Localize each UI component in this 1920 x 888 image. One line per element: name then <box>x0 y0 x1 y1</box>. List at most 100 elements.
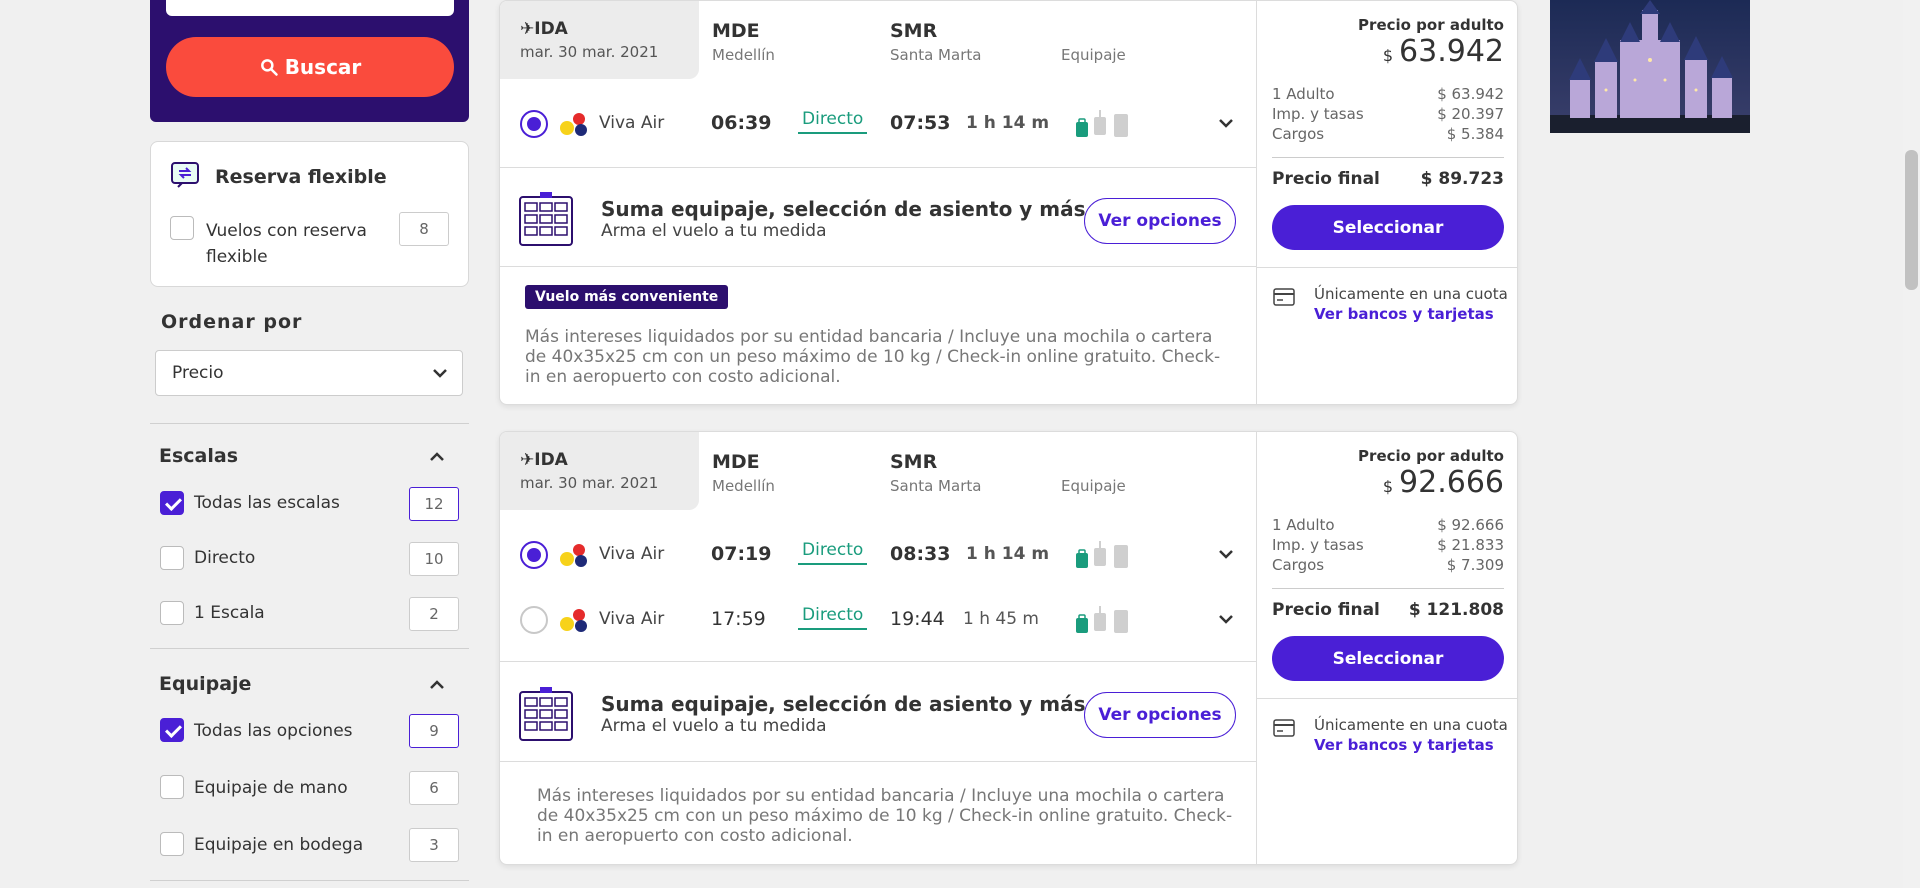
stops-direct-count: 10 <box>409 542 459 576</box>
airline-name: Viva Air <box>599 609 665 629</box>
flexible-option-label: Vuelos con reserva flexible <box>206 221 367 267</box>
scrollbar-track[interactable] <box>1903 0 1920 888</box>
baggage-title: Equipaje <box>159 673 252 695</box>
chevron-up-icon[interactable] <box>428 676 446 694</box>
stops-all-count: 12 <box>409 487 459 521</box>
stops-label[interactable]: Directo <box>798 109 868 134</box>
baggage-all-label: Todas las opciones <box>194 721 353 741</box>
baggage-header: Equipaje <box>1061 46 1126 64</box>
divider <box>500 266 1256 267</box>
ida-label: ✈IDA <box>520 19 568 39</box>
stops-label[interactable]: Directo <box>798 605 868 630</box>
destination-city: Santa Marta <box>890 46 982 64</box>
select-button[interactable]: Seleccionar <box>1272 205 1504 250</box>
divider <box>500 761 1256 762</box>
destination-code: SMR <box>890 20 938 42</box>
origin-code: MDE <box>712 20 760 42</box>
best-flight-badge: Vuelo más conveniente <box>525 285 729 309</box>
divider <box>1257 698 1517 699</box>
baggage-hold-checkbox[interactable] <box>160 832 184 856</box>
flight-result-card: ✈IDA mar. 30 mar. 2021 MDE Medellín SMR … <box>499 0 1518 405</box>
credit-card-icon <box>1273 719 1295 737</box>
price-per-adult: $92.666 <box>1382 465 1504 500</box>
upsell-title: Suma equipaje, selección de asiento y má… <box>601 197 1086 221</box>
stops-one-checkbox[interactable] <box>160 601 184 625</box>
flight-radio[interactable] <box>520 110 548 138</box>
airline-name: Viva Air <box>599 113 665 133</box>
trip-leg-header: ✈IDA mar. 30 mar. 2021 <box>500 432 699 510</box>
select-button[interactable]: Seleccionar <box>1272 636 1504 681</box>
baggage-hold-label: Equipaje en bodega <box>194 835 364 855</box>
expand-chevron-icon[interactable] <box>1217 114 1235 132</box>
stops-title: Escalas <box>159 445 239 467</box>
price-per-adult-label: Precio por adulto <box>1358 447 1504 465</box>
baggage-header: Equipaje <box>1061 477 1126 495</box>
arrival-time: 08:33 <box>890 543 951 565</box>
price-panel: Precio por adulto $92.666 1 Adulto $ 92.6… <box>1256 432 1517 864</box>
stops-direct-checkbox[interactable] <box>160 546 184 570</box>
fare-description: Más intereses liquidados por su entidad … <box>525 327 1221 387</box>
installments-text: Únicamente en una cuota <box>1314 716 1508 734</box>
baggage-icons <box>1076 606 1128 633</box>
baggage-hand-count: 6 <box>409 771 459 805</box>
stops-one-label: 1 Escala <box>194 603 265 623</box>
viva-air-logo-icon <box>560 609 587 632</box>
flexible-option-count: 8 <box>399 212 449 246</box>
baggage-hold-count: 3 <box>409 828 459 862</box>
breakdown-row: Imp. y tasas $ 21.833 <box>1272 536 1504 554</box>
search-panel: Buscar <box>150 0 469 122</box>
breakdown-row: Imp. y tasas $ 20.397 <box>1272 105 1504 123</box>
baggage-all-count: 9 <box>409 714 459 748</box>
trip-date: mar. 30 mar. 2021 <box>520 474 659 492</box>
destination-ad-image[interactable] <box>1550 0 1750 133</box>
see-options-button[interactable]: Ver opciones <box>1084 198 1236 244</box>
arrival-time: 07:53 <box>890 112 951 134</box>
banks-cards-link[interactable]: Ver bancos y tarjetas <box>1314 736 1494 754</box>
sort-selected-value: Precio <box>172 363 224 383</box>
trip-date: mar. 30 mar. 2021 <box>520 43 659 61</box>
departure-time: 06:39 <box>711 112 772 134</box>
stops-all-checkbox[interactable] <box>160 491 184 515</box>
upsell-subtitle: Arma el vuelo a tu medida <box>601 716 827 736</box>
credit-card-icon <box>1273 288 1295 306</box>
flight-duration: 1 h 14 m <box>966 113 1050 133</box>
arrival-time: 19:44 <box>890 608 945 630</box>
chevron-up-icon[interactable] <box>428 448 446 466</box>
flight-radio[interactable] <box>520 606 548 634</box>
breakdown-row: Cargos $ 7.309 <box>1272 556 1504 574</box>
banks-cards-link[interactable]: Ver bancos y tarjetas <box>1314 305 1494 323</box>
seat-map-icon <box>519 687 573 741</box>
scrollbar-thumb[interactable] <box>1905 150 1918 290</box>
ida-label: ✈IDA <box>520 450 568 470</box>
installments-text: Únicamente en una cuota <box>1314 285 1508 303</box>
search-button-label: Buscar <box>284 55 362 79</box>
chevron-down-icon <box>433 369 447 378</box>
flight-radio[interactable] <box>520 541 548 569</box>
flexible-booking-title: Reserva flexible <box>215 166 387 188</box>
see-options-button[interactable]: Ver opciones <box>1084 692 1236 738</box>
baggage-all-checkbox[interactable] <box>160 718 184 742</box>
divider <box>500 661 1256 662</box>
flexible-booking-icon <box>171 162 199 188</box>
origin-city: Medellín <box>712 46 775 64</box>
price-per-adult: $63.942 <box>1382 34 1504 69</box>
divider <box>500 167 1256 168</box>
expand-chevron-icon[interactable] <box>1217 610 1235 628</box>
baggage-hand-checkbox[interactable] <box>160 775 184 799</box>
upsell-title: Suma equipaje, selección de asiento y má… <box>601 692 1086 716</box>
stops-label[interactable]: Directo <box>798 540 868 565</box>
stops-one-count: 2 <box>409 597 459 631</box>
origin-code: MDE <box>712 451 760 473</box>
flexible-checkbox[interactable] <box>170 216 194 240</box>
divider <box>150 648 469 649</box>
divider <box>1257 267 1517 268</box>
final-price-row: Precio final $ 121.808 <box>1272 600 1504 620</box>
baggage-icons <box>1076 110 1128 137</box>
destination-code: SMR <box>890 451 938 473</box>
sort-select[interactable]: Precio <box>155 350 463 396</box>
search-button[interactable]: Buscar <box>166 37 454 97</box>
upsell-subtitle: Arma el vuelo a tu medida <box>601 221 827 241</box>
search-input[interactable] <box>166 0 454 16</box>
expand-chevron-icon[interactable] <box>1217 545 1235 563</box>
airline-name: Viva Air <box>599 544 665 564</box>
